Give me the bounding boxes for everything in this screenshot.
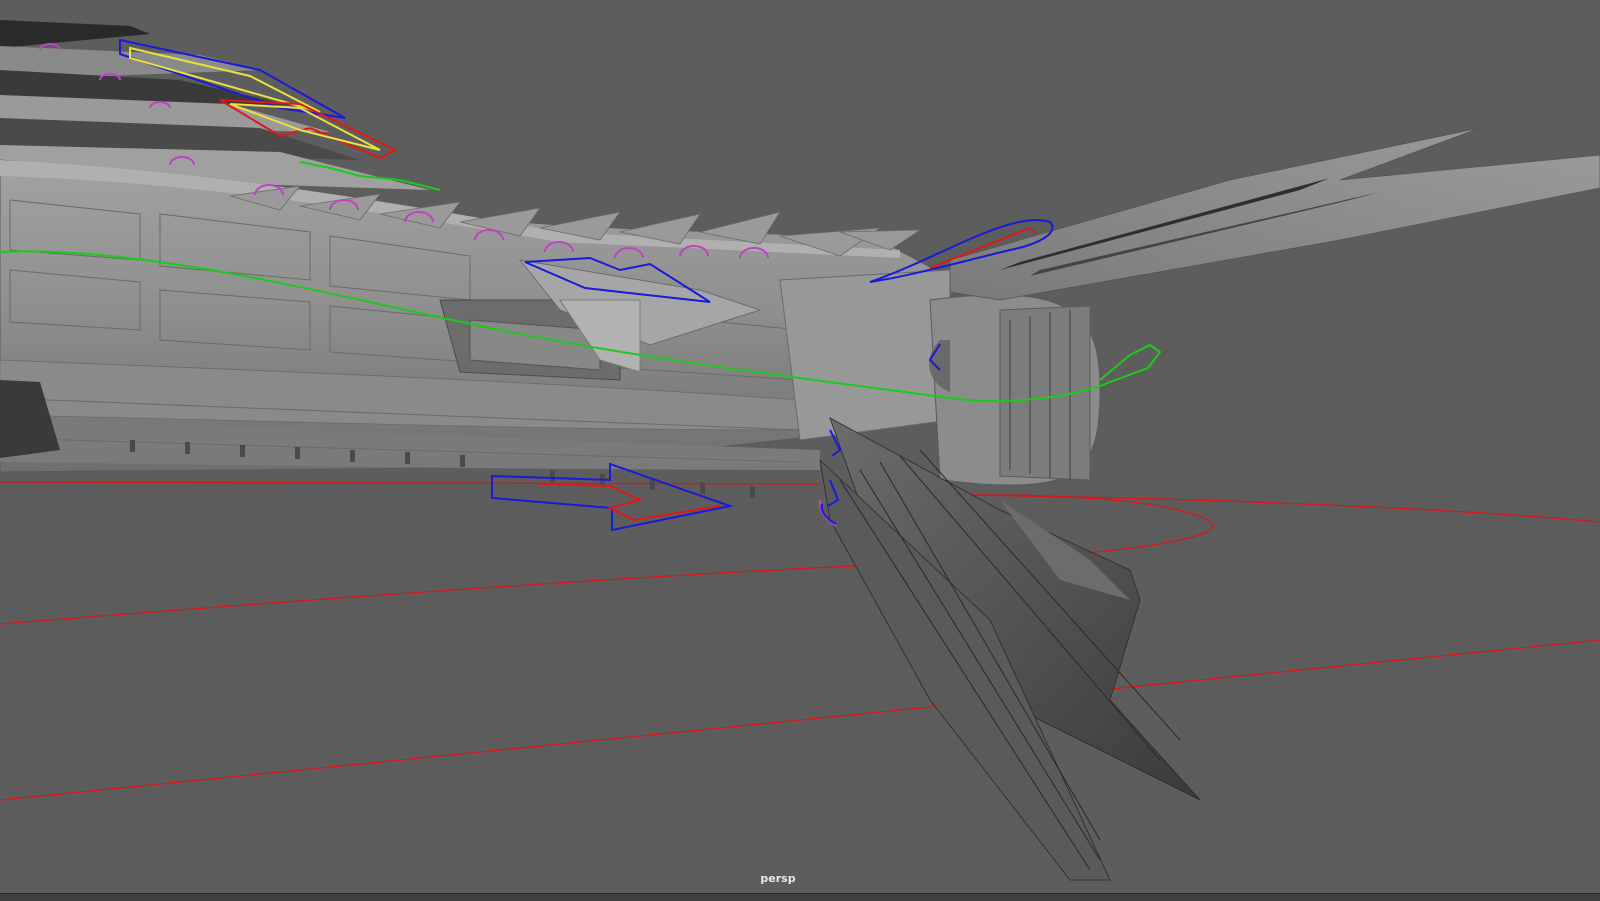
ship-mesh <box>0 127 1600 881</box>
viewport-scene[interactable]: persp <box>0 0 1600 893</box>
camera-name-label: persp <box>760 872 795 885</box>
bottom-arrow-control[interactable] <box>491 462 734 532</box>
persp-viewport[interactable]: persp <box>0 0 1600 893</box>
grid-lines <box>0 481 1600 801</box>
